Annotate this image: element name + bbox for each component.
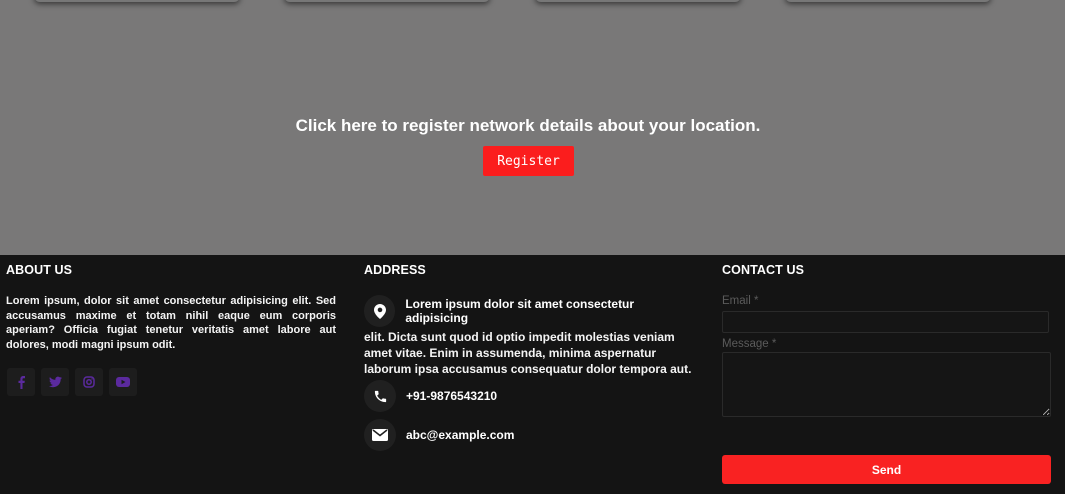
about-heading: ABOUT US: [6, 263, 73, 277]
about-column: ABOUT US Lorem ipsum, dolor sit amet con…: [6, 255, 336, 396]
register-button[interactable]: Register: [483, 146, 574, 176]
footer: ABOUT US Lorem ipsum, dolor sit amet con…: [0, 255, 1065, 494]
twitter-link[interactable]: [41, 368, 69, 396]
hero-section: Click here to register network details a…: [0, 0, 1065, 255]
address-heading: ADDRESS: [364, 263, 426, 277]
youtube-link[interactable]: [109, 368, 137, 396]
message-field[interactable]: [722, 352, 1051, 417]
contact-column: CONTACT US Email * Message * Send: [722, 255, 1052, 484]
register-prompt[interactable]: Click here to register network details a…: [0, 116, 1056, 136]
address-column: ADDRESS Lorem ipsum dolor sit amet conse…: [364, 255, 694, 451]
message-label: Message *: [722, 338, 777, 350]
envelope-icon: [364, 419, 396, 451]
youtube-icon: [116, 377, 130, 387]
phone-row: +91-9876543210: [364, 380, 497, 412]
instagram-link[interactable]: [75, 368, 103, 396]
email-row: abc@example.com: [364, 419, 514, 451]
instagram-icon: [83, 376, 95, 388]
twitter-icon: [48, 376, 62, 388]
email-address[interactable]: abc@example.com: [406, 428, 514, 442]
address-block: Lorem ipsum dolor sit amet consectetur a…: [364, 295, 694, 377]
address-text-rest: elit. Dicta sunt quod id optio impedit m…: [364, 330, 692, 376]
about-text: Lorem ipsum, dolor sit amet consectetur …: [6, 295, 336, 351]
social-links: [7, 368, 137, 396]
address-first-line: Lorem ipsum dolor sit amet consectetur a…: [364, 295, 694, 327]
facebook-link[interactable]: [7, 368, 35, 396]
email-field[interactable]: [722, 311, 1049, 333]
facebook-icon: [18, 376, 25, 389]
phone-icon: [364, 380, 396, 412]
email-label: Email *: [722, 295, 759, 307]
card-stub: [535, 0, 741, 2]
phone-number[interactable]: +91-9876543210: [406, 389, 497, 403]
card-stub: [34, 0, 240, 2]
address-text-first: Lorem ipsum dolor sit amet consectetur a…: [405, 297, 635, 325]
send-button[interactable]: Send: [722, 455, 1051, 484]
location-pin-icon: [364, 295, 396, 327]
contact-heading: CONTACT US: [722, 263, 805, 277]
card-stub: [284, 0, 490, 2]
card-stub: [785, 0, 991, 2]
